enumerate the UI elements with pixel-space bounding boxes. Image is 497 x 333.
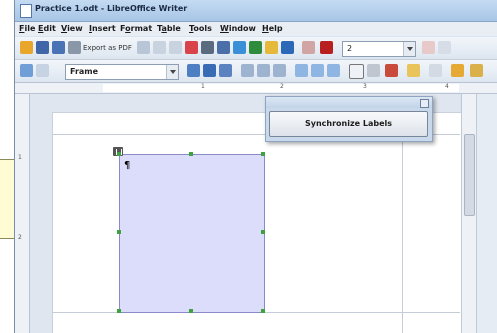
ruler-number: 4: [445, 83, 449, 90]
ruler-number: 1: [18, 154, 22, 161]
background-color-icon[interactable]: [407, 64, 420, 77]
insert-chart-icon[interactable]: [249, 41, 262, 54]
menu-window[interactable]: Window: [220, 24, 256, 33]
print-preview-icon[interactable]: [137, 41, 150, 54]
spellcheck-icon[interactable]: [185, 41, 198, 54]
ruler-number: 2: [18, 234, 22, 241]
vertical-ruler: 1 2: [15, 94, 30, 333]
wrap-page-icon[interactable]: [203, 64, 216, 77]
standard-toolbar: Export as PDF 2: [15, 37, 497, 60]
border-style-icon[interactable]: [367, 64, 380, 77]
menu-insert[interactable]: Insert: [89, 24, 116, 33]
align-middle-icon[interactable]: [311, 64, 324, 77]
find-replace-icon[interactable]: [201, 41, 214, 54]
send-to-back-icon[interactable]: [470, 64, 483, 77]
resize-handle[interactable]: [261, 230, 265, 234]
border-color-icon[interactable]: [385, 64, 398, 77]
resize-handle[interactable]: [117, 230, 121, 234]
align-left-icon[interactable]: [241, 64, 254, 77]
resize-handle[interactable]: [261, 152, 265, 156]
resize-handle[interactable]: [189, 152, 193, 156]
menu-edit[interactable]: Edit: [38, 24, 56, 33]
wrap-off-icon[interactable]: [187, 64, 200, 77]
sidebar-deck: [476, 94, 497, 333]
resize-handle[interactable]: [261, 309, 265, 313]
undo-icon[interactable]: [153, 41, 166, 54]
export-pdf-button[interactable]: Export as PDF: [83, 44, 132, 52]
resize-handle[interactable]: [117, 309, 121, 313]
save-icon[interactable]: [36, 41, 49, 54]
menu-tools[interactable]: Tools: [189, 24, 212, 33]
document-icon: [20, 4, 32, 18]
style-combo[interactable]: Frame: [65, 64, 179, 80]
writer-window: Practice 1.odt - LibreOffice Writer File…: [14, 0, 497, 333]
align-center-icon[interactable]: [257, 64, 270, 77]
align-top-icon[interactable]: [295, 64, 308, 77]
new-document-icon[interactable]: [20, 41, 33, 54]
menu-help[interactable]: Help: [262, 24, 283, 33]
back-arrow-icon[interactable]: [20, 64, 33, 77]
formatting-marks-icon[interactable]: [217, 41, 230, 54]
menu-bar: File Edit View Insert Format Table Tools…: [15, 22, 497, 36]
save-as-icon[interactable]: [52, 41, 65, 54]
insert-hyperlink-icon[interactable]: [265, 41, 278, 54]
horizontal-ruler: 1 2 3 4: [15, 83, 497, 94]
align-right-icon[interactable]: [273, 64, 286, 77]
frame-toolbar: Frame: [15, 60, 497, 83]
bring-to-front-icon[interactable]: [451, 64, 464, 77]
forward-arrow-icon[interactable]: [36, 64, 49, 77]
clear-formatting-icon[interactable]: [422, 41, 435, 54]
close-icon[interactable]: [420, 99, 429, 108]
window-title: Practice 1.odt - LibreOffice Writer: [35, 4, 188, 13]
insert-image-icon[interactable]: [233, 41, 246, 54]
print-icon[interactable]: [68, 41, 81, 54]
synchronize-labels-button[interactable]: Synchronize Labels: [269, 111, 428, 137]
chevron-down-icon[interactable]: [403, 42, 415, 56]
paragraph-mark: ¶: [124, 160, 131, 171]
callout-box: [0, 159, 15, 239]
anchor-icon[interactable]: [281, 41, 294, 54]
chevron-down-icon[interactable]: [166, 65, 178, 79]
ruler-number: 3: [363, 83, 367, 90]
redo-icon[interactable]: [169, 41, 182, 54]
text-boundary: [402, 112, 403, 333]
menu-format[interactable]: Format: [120, 24, 152, 33]
wrap-optimal-icon[interactable]: [219, 64, 232, 77]
font-color-icon[interactable]: [320, 41, 333, 54]
menu-view[interactable]: View: [61, 24, 83, 33]
font-size-decrease-icon[interactable]: [302, 41, 315, 54]
ruler-number: 1: [201, 83, 205, 90]
title-bar: Practice 1.odt - LibreOffice Writer: [15, 0, 497, 22]
align-bottom-icon[interactable]: [327, 64, 340, 77]
frame-properties-icon[interactable]: [429, 64, 442, 77]
resize-handle[interactable]: [189, 309, 193, 313]
resize-handle[interactable]: [117, 152, 121, 156]
menu-table[interactable]: Table: [157, 24, 181, 33]
borders-icon[interactable]: [349, 64, 364, 79]
menu-file[interactable]: File: [19, 24, 35, 33]
labels-floating-window: Synchronize Labels: [265, 96, 433, 142]
ruler-number: 2: [280, 83, 284, 90]
text-a-icon[interactable]: [438, 41, 451, 54]
text-frame[interactable]: [119, 154, 265, 313]
floating-window-caption: [266, 97, 432, 108]
vertical-scrollbar[interactable]: [461, 94, 476, 333]
font-size-combo[interactable]: 2: [342, 41, 416, 57]
scrollbar-thumb[interactable]: [464, 134, 475, 216]
